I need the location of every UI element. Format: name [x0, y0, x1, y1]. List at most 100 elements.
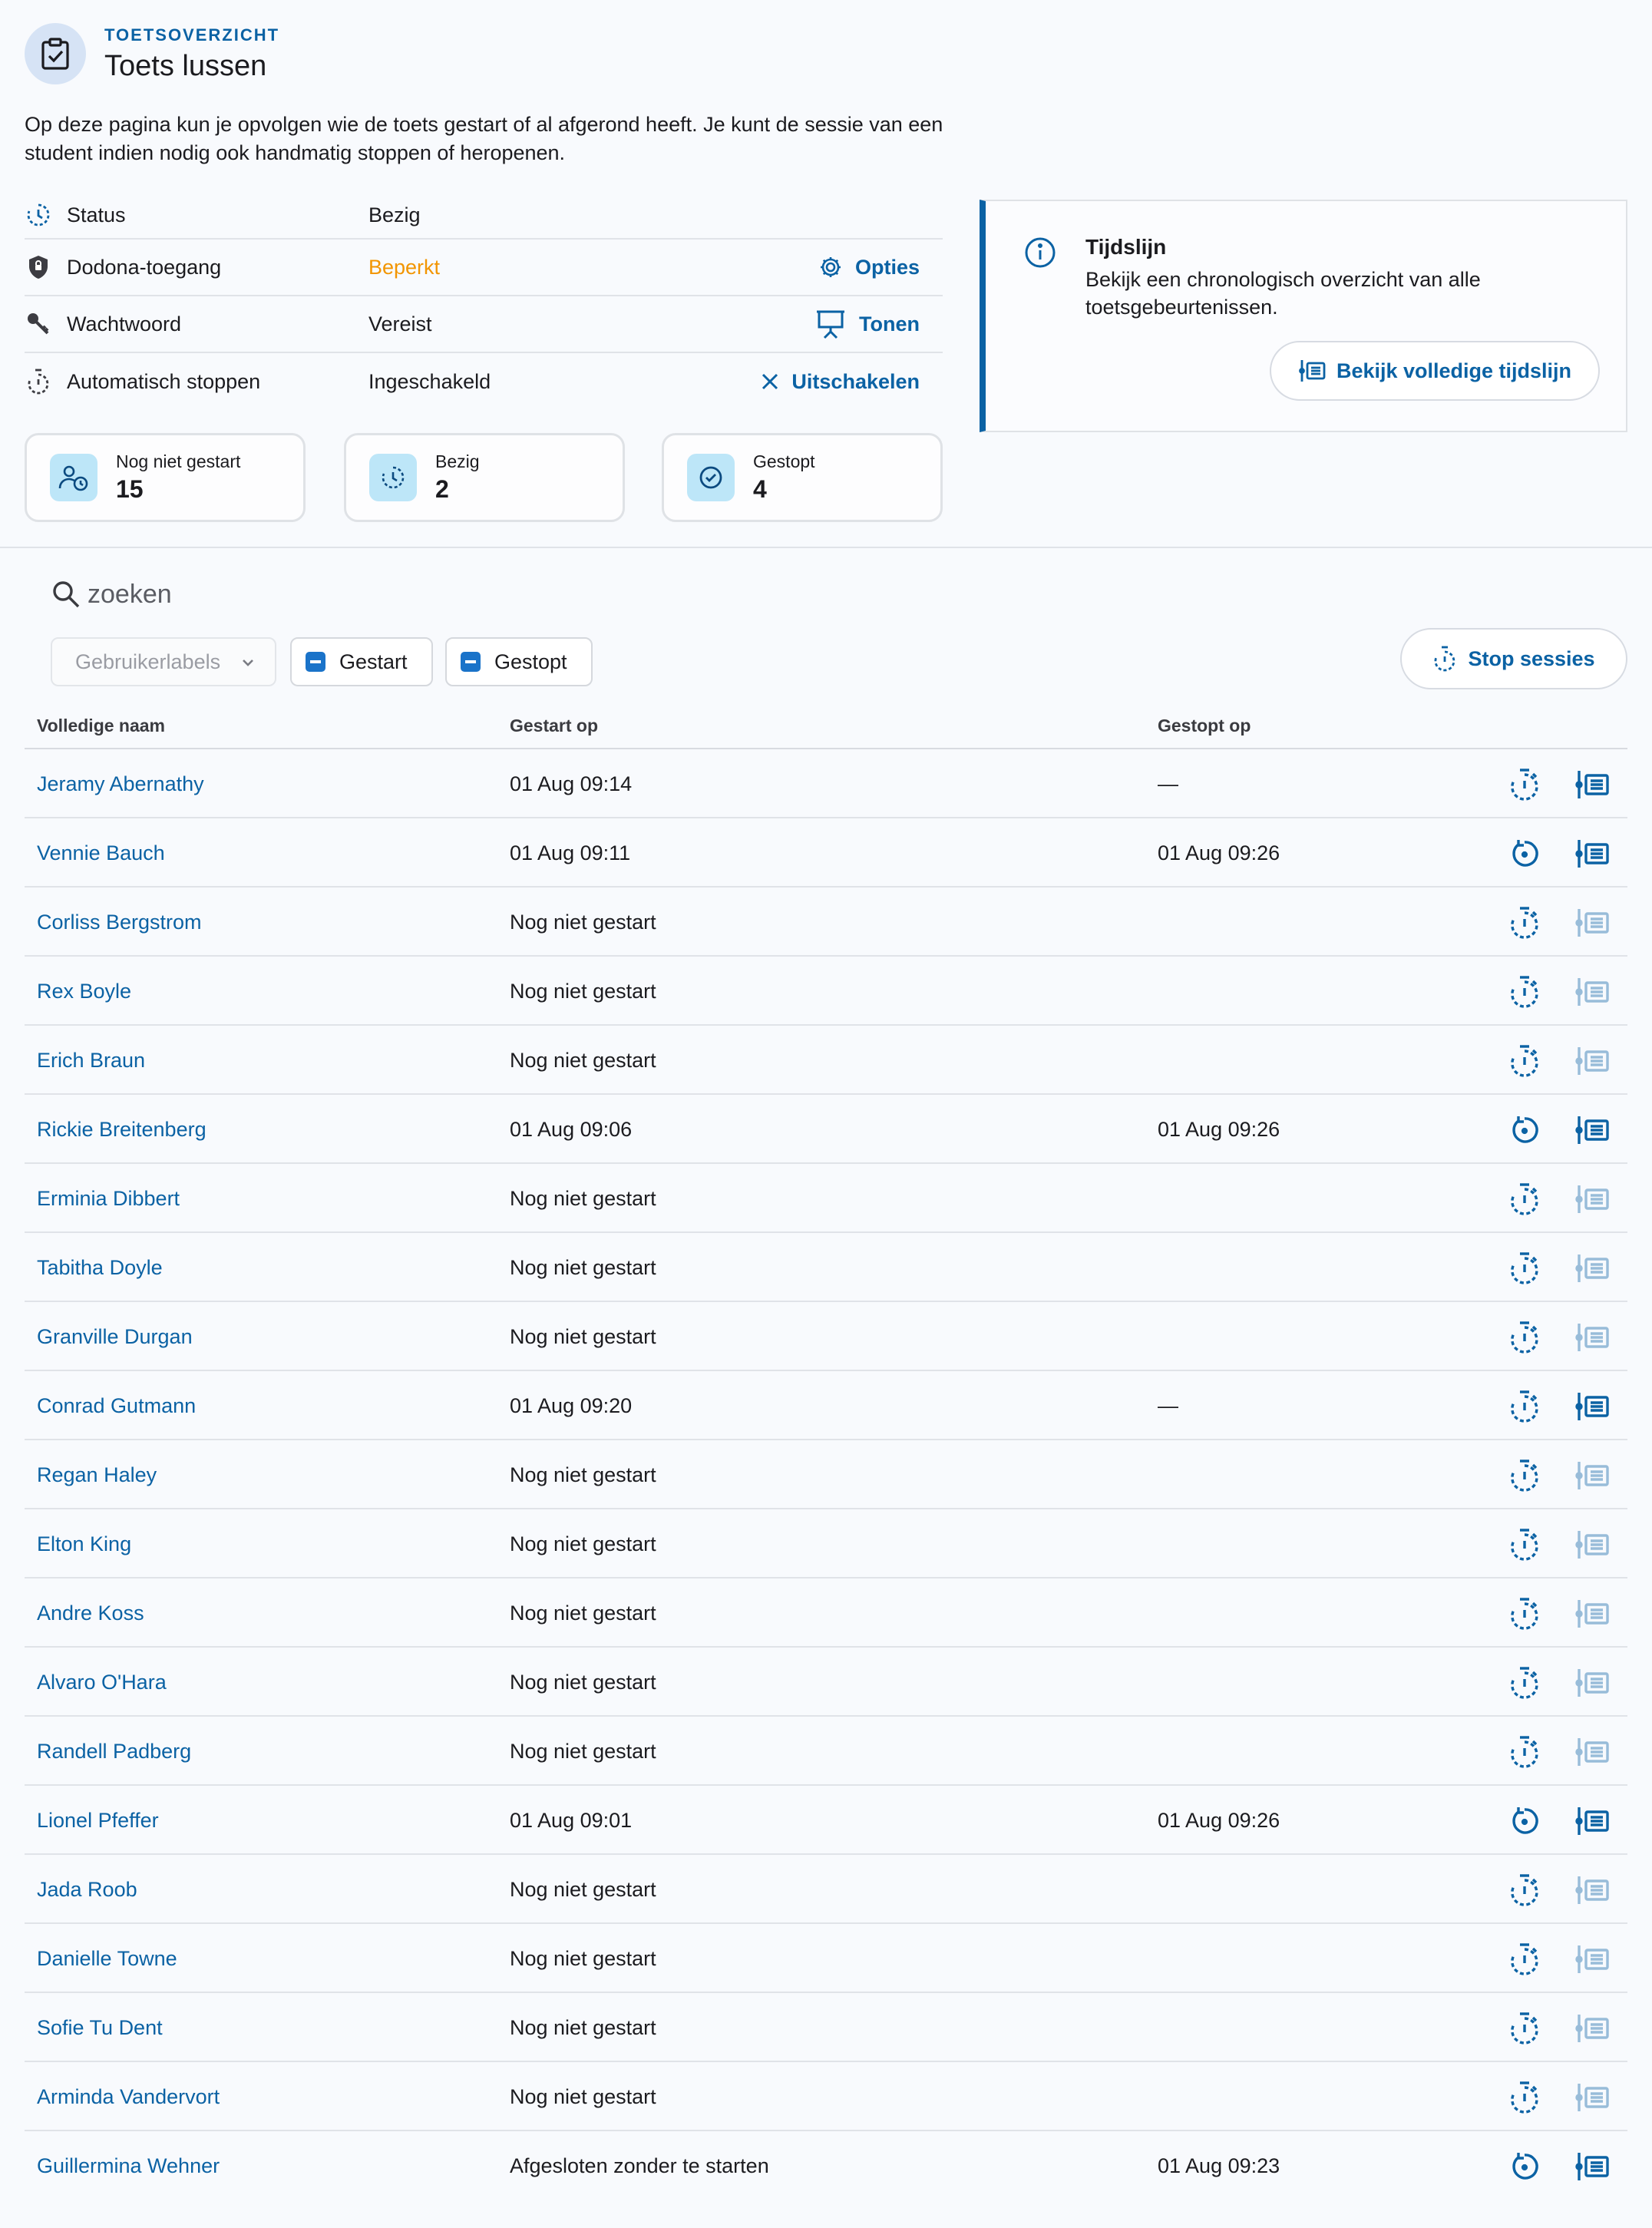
filter-started-chip[interactable]: Gestart [290, 637, 433, 686]
setting-autostop-label: Automatisch stoppen [67, 369, 261, 393]
stopped-at: 01 Aug 09:26 [1158, 1809, 1280, 1832]
page-eyebrow: TOETSOVERZICHT [104, 25, 280, 45]
stopped-at: 01 Aug 09:23 [1158, 2154, 1280, 2177]
started-at: Nog niet gestart [510, 2085, 656, 2108]
stop-session-icon[interactable] [1506, 766, 1543, 803]
key-icon [25, 310, 52, 338]
student-name-link[interactable]: Jeramy Abernathy [37, 772, 204, 796]
timeline-title: Tijdslijn [1085, 235, 1167, 259]
student-name-link[interactable]: Rex Boyle [37, 980, 131, 1003]
student-table-body: Jeramy Abernathy 01 Aug 09:14 — Vennie Bauc… [25, 749, 1627, 2200]
show-password-button[interactable]: Tonen [814, 309, 920, 339]
reopen-session-icon[interactable] [1506, 2148, 1543, 2185]
view-events-icon[interactable] [1574, 766, 1611, 803]
stop-session-icon[interactable] [1506, 1319, 1543, 1356]
view-events-icon [1574, 1664, 1611, 1701]
student-name-link[interactable]: Rickie Breitenberg [37, 1118, 206, 1142]
view-events-icon[interactable] [1574, 2148, 1611, 2185]
view-events-icon[interactable] [1574, 1112, 1611, 1149]
reopen-session-icon[interactable] [1506, 1112, 1543, 1149]
student-name-link[interactable]: Danielle Towne [37, 1947, 177, 1971]
stop-session-icon[interactable] [1506, 1872, 1543, 1909]
stop-session-icon[interactable] [1506, 2010, 1543, 2047]
stop-session-icon[interactable] [1506, 1181, 1543, 1218]
view-events-icon[interactable] [1574, 1803, 1611, 1840]
started-at: Nog niet gestart [510, 1740, 656, 1763]
student-name-link[interactable]: Erich Braun [37, 1049, 145, 1073]
view-events-icon [1574, 1872, 1611, 1909]
setting-status-label: Status [67, 203, 126, 226]
stop-session-icon[interactable] [1506, 1388, 1543, 1425]
setting-password-value: Vereist [368, 312, 432, 336]
student-name-link[interactable]: Regan Haley [37, 1463, 157, 1487]
reopen-session-icon[interactable] [1506, 1803, 1543, 1840]
view-events-icon [1574, 2010, 1611, 2047]
student-name-link[interactable]: Corliss Bergstrom [37, 911, 202, 934]
setting-autostop: Automatisch stoppen Ingeschakeld Uitscha… [25, 353, 943, 410]
view-events-icon[interactable] [1574, 835, 1611, 872]
view-timeline-button[interactable]: Bekijk volledige tijdslijn [1270, 341, 1600, 401]
student-name-link[interactable]: Tabitha Doyle [37, 1256, 163, 1280]
stop-session-icon[interactable] [1506, 1526, 1543, 1563]
view-events-icon [1574, 2079, 1611, 2116]
stop-session-icon[interactable] [1506, 1457, 1543, 1494]
student-name-link[interactable]: Granville Durgan [37, 1325, 193, 1349]
stop-session-icon[interactable] [1506, 1664, 1543, 1701]
started-at: 01 Aug 09:11 [510, 841, 631, 864]
table-row: Erminia Dibbert Nog niet gestart [25, 1164, 1627, 1233]
stop-session-icon[interactable] [1506, 1734, 1543, 1770]
student-name-link[interactable]: Vennie Bauch [37, 841, 165, 865]
student-name-link[interactable]: Elton King [37, 1532, 131, 1556]
stop-session-icon[interactable] [1506, 1250, 1543, 1287]
setting-access-value: Beperkt [368, 255, 441, 279]
search-icon [53, 581, 80, 608]
student-name-link[interactable]: Lionel Pfeffer [37, 1809, 159, 1833]
stop-session-icon[interactable] [1506, 974, 1543, 1010]
student-name-link[interactable]: Conrad Gutmann [37, 1394, 196, 1418]
close-icon [762, 373, 778, 390]
header-name: Volledige naam [37, 716, 166, 736]
stop-session-icon[interactable] [1506, 1595, 1543, 1632]
stop-session-icon[interactable] [1506, 2079, 1543, 2116]
student-name-link[interactable]: Andre Koss [37, 1602, 144, 1625]
stop-sessions-button[interactable]: Stop sessies [1400, 628, 1627, 689]
disable-autostop-button[interactable]: Uitschakelen [761, 370, 920, 394]
filter-stopped-chip[interactable]: Gestopt [445, 637, 593, 686]
view-events-icon[interactable] [1574, 1388, 1611, 1425]
stopped-at: 01 Aug 09:26 [1158, 1118, 1280, 1141]
started-at: Nog niet gestart [510, 1187, 656, 1210]
gear-icon [820, 257, 841, 277]
student-name-link[interactable]: Sofie Tu Dent [37, 2016, 163, 2040]
started-at: 01 Aug 09:14 [510, 772, 633, 795]
show-password-label: Tonen [859, 312, 920, 336]
stat-stopped: Gestopt 4 [662, 433, 943, 522]
started-at: Nog niet gestart [510, 1532, 656, 1555]
stop-session-icon[interactable] [1506, 1043, 1543, 1079]
info-icon [1024, 236, 1056, 273]
started-at: Nog niet gestart [510, 1602, 656, 1625]
view-events-icon [1574, 904, 1611, 941]
header-stopped: Gestopt op [1158, 716, 1251, 736]
started-at: 01 Aug 09:01 [510, 1809, 633, 1832]
user-labels-select[interactable]: Gebruikerlabels [51, 637, 276, 686]
student-name-link[interactable]: Randell Padberg [37, 1740, 191, 1764]
stopped-at: 01 Aug 09:26 [1158, 841, 1280, 864]
started-at: 01 Aug 09:06 [510, 1118, 633, 1141]
started-at: Nog niet gestart [510, 1325, 656, 1348]
student-name-link[interactable]: Guillermina Wehner [37, 2154, 220, 2178]
section-divider [0, 547, 1652, 548]
table-row: Elton King Nog niet gestart [25, 1509, 1627, 1578]
options-button[interactable]: Opties [818, 255, 920, 279]
search-input[interactable] [88, 579, 471, 610]
disable-autostop-label: Uitschakelen [791, 369, 920, 393]
stop-session-icon[interactable] [1506, 904, 1543, 941]
student-name-link[interactable]: Arminda Vandervort [37, 2085, 220, 2109]
student-name-link[interactable]: Alvaro O'Hara [37, 1671, 167, 1694]
reopen-session-icon[interactable] [1506, 835, 1543, 872]
user-clock-icon [50, 454, 97, 501]
started-at: Nog niet gestart [510, 2016, 656, 2039]
status-clock-icon [25, 201, 52, 229]
stop-session-icon[interactable] [1506, 1941, 1543, 1978]
student-name-link[interactable]: Jada Roob [37, 1878, 137, 1902]
student-name-link[interactable]: Erminia Dibbert [37, 1187, 180, 1211]
